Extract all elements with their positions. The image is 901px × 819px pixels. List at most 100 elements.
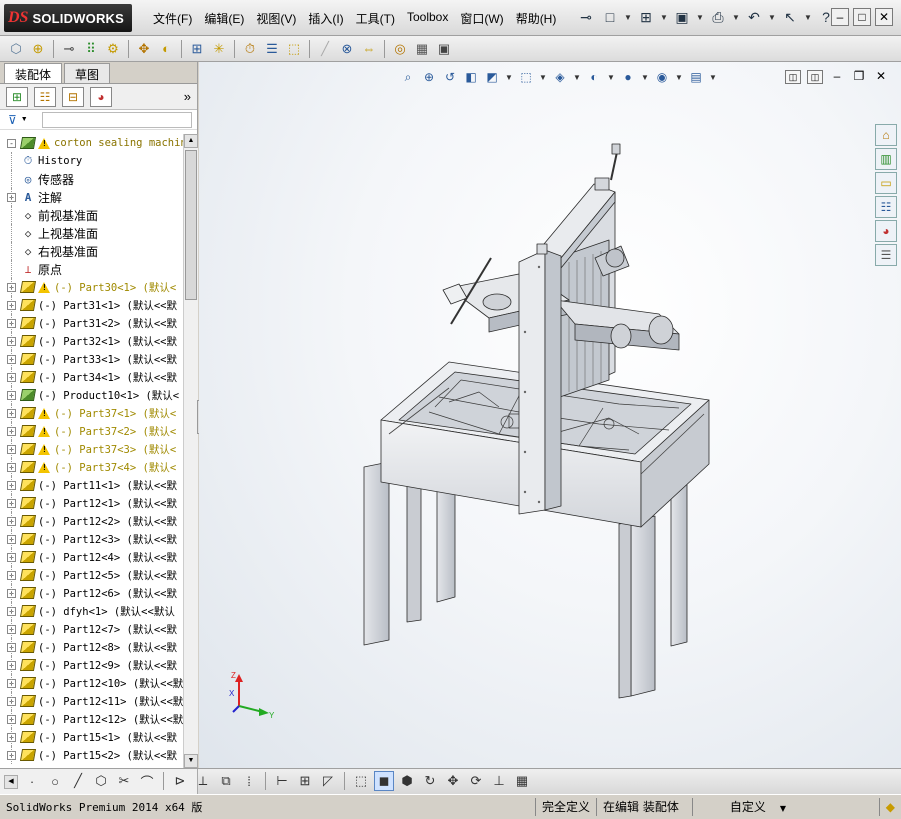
section-icon[interactable]: ◸	[318, 771, 338, 791]
move-entity-icon[interactable]: ✥	[443, 771, 463, 791]
tree-item[interactable]: - corton sealing machine	[0, 134, 183, 152]
mate-icon[interactable]: ⊸	[59, 39, 79, 59]
show-hidden-icon[interactable]: ◐	[156, 39, 176, 59]
tree-item[interactable]: + (-) Part31<1> (默认<<默	[0, 296, 183, 314]
interference-detection-icon[interactable]: ⊗	[337, 39, 357, 59]
scroll-left-arrow-icon[interactable]: ◀	[4, 775, 18, 789]
graphics-area[interactable]: ⌕ ⊕ ↺ ◧ ◩ ▼ ⬚ ▼ ◈ ▼ ◐ ▼ ● ▼ ◉ ▼ ▤ ▼ ◫ ◫ – ❐ ✕ ⌂ ▥ ▭ ☷ ◕ ☰	[199, 62, 901, 768]
tree-item[interactable]: + (-) Part12<10> (默认<<默	[0, 674, 183, 692]
featuremanager-icon[interactable]: ⊞	[6, 86, 28, 107]
move-component-icon[interactable]: ✥	[134, 39, 154, 59]
tree-item[interactable]: +(-) Part37<2> (默认<	[0, 422, 183, 440]
tree-item[interactable]: + (-) Part33<1> (默认<<默	[0, 350, 183, 368]
rotate-entity-icon[interactable]: ⟳	[466, 771, 486, 791]
print-icon[interactable]: ⎙	[707, 6, 729, 28]
tab-0[interactable]: 装配体	[4, 63, 63, 83]
chevron-down-icon[interactable]: ▼	[659, 13, 669, 22]
exploded-view-icon[interactable]: ⬚	[284, 39, 304, 59]
trim-icon[interactable]: ✂	[114, 771, 134, 791]
chevron-down-icon[interactable]: ▼	[803, 13, 813, 22]
tree-item[interactable]: + A 注解	[0, 188, 183, 206]
sketch-relations-icon[interactable]: ⊥	[489, 771, 509, 791]
new-document-icon[interactable]: □	[599, 6, 621, 28]
tree-item[interactable]: ◎ 传感器	[0, 170, 183, 188]
chevron-down-icon[interactable]: ▼	[623, 13, 633, 22]
tree-item[interactable]: + (-) Product10<1> (默认<	[0, 386, 183, 404]
tree-item[interactable]: + (-) Part12<11> (默认<<默	[0, 692, 183, 710]
insert-components-icon[interactable]: ⊕	[28, 39, 48, 59]
displaymanager-icon[interactable]: ◕	[90, 86, 112, 107]
tree-item[interactable]: +(-) Part37<3> (默认<	[0, 440, 183, 458]
tree-item[interactable]: + (-) Part32<1> (默认<<默	[0, 332, 183, 350]
filter-input[interactable]	[41, 111, 192, 128]
menu-item-4[interactable]: 工具(T)	[350, 8, 401, 29]
tree-item[interactable]: ◇ 前视基准面	[0, 206, 183, 224]
shaded-icon[interactable]: ◼	[374, 771, 394, 791]
grid-icon[interactable]: ⊞	[295, 771, 315, 791]
unit-system-selector[interactable]: 自定义 ▼	[692, 798, 792, 816]
tree-item[interactable]: + (-) Part34<1> (默认<<默	[0, 368, 183, 386]
menu-item-1[interactable]: 编辑(E)	[198, 8, 250, 29]
rebuild-icon[interactable]: ↻	[420, 771, 440, 791]
convert-entities-icon[interactable]: ⊳	[170, 771, 190, 791]
wireframe-icon[interactable]: ⬚	[351, 771, 371, 791]
tree-item[interactable]: ⏱ History	[0, 152, 183, 170]
tree-item[interactable]: + (-) Part12<4> (默认<<默	[0, 548, 183, 566]
shaded-with-edges-icon[interactable]: ⬢	[397, 771, 417, 791]
arc-icon[interactable]: ⌒	[137, 771, 157, 791]
filter-dropdown-icon[interactable]: ▼	[21, 116, 28, 123]
close-button[interactable]: ✕	[875, 8, 893, 26]
bill-of-materials-icon[interactable]: ☰	[262, 39, 282, 59]
propertymanager-icon[interactable]: ☷	[34, 86, 56, 107]
scroll-up-arrow-icon[interactable]: ▲	[184, 134, 198, 148]
smart-fasteners-icon[interactable]: ⚙	[103, 39, 123, 59]
linear-pattern-icon[interactable]: ⁞	[239, 771, 259, 791]
tree-item[interactable]: ⊥ 原点	[0, 260, 183, 278]
filter-icon[interactable]: ⊽	[8, 113, 17, 127]
menu-item-0[interactable]: 文件(F)	[147, 8, 198, 29]
tree-item[interactable]: + (-) Part12<12> (默认<<默	[0, 710, 183, 728]
carton-sealing-machine-model[interactable]	[199, 62, 901, 768]
mass-properties-icon[interactable]: ▣	[434, 39, 454, 59]
hole-alignment-icon[interactable]: ◎	[390, 39, 410, 59]
tab-1[interactable]: 草图	[64, 63, 111, 83]
edit-component-icon[interactable]: ⬡	[6, 39, 26, 59]
tree-item[interactable]: + (-) Part12<9> (默认<<默	[0, 656, 183, 674]
tree-item[interactable]: ◇ 上视基准面	[0, 224, 183, 242]
circle-icon[interactable]: ○	[45, 771, 65, 791]
menu-item-7[interactable]: 帮助(H)	[510, 8, 563, 29]
component-pattern-icon[interactable]: ⠿	[81, 39, 101, 59]
mirror-icon[interactable]: ⟂	[193, 771, 213, 791]
tree-scrollbar[interactable]: ▲ ▼	[183, 134, 198, 768]
chevron-down-icon[interactable]: ▼	[731, 13, 741, 22]
tree-item[interactable]: +(-) Part37<1> (默认<	[0, 404, 183, 422]
menu-item-3[interactable]: 插入(I)	[302, 8, 349, 29]
menu-item-6[interactable]: 窗口(W)	[454, 8, 509, 29]
line-icon[interactable]: ╱	[68, 771, 88, 791]
reference-geometry-icon[interactable]: ✳	[209, 39, 229, 59]
explode-line-sketch-icon[interactable]: ╱	[315, 39, 335, 59]
new-motion-study-icon[interactable]: ⏱	[240, 39, 260, 59]
expand-panel-icon[interactable]: »	[184, 89, 191, 104]
table-icon[interactable]: ▦	[512, 771, 532, 791]
tree-item[interactable]: + (-) Part12<6> (默认<<默	[0, 584, 183, 602]
tree-item[interactable]: + (-) Part12<8> (默认<<默	[0, 638, 183, 656]
scroll-thumb[interactable]	[185, 150, 197, 300]
restore-button[interactable]: □	[853, 8, 871, 26]
tree-item[interactable]: ◇ 右视基准面	[0, 242, 183, 260]
offset-icon[interactable]: ⧉	[216, 771, 236, 791]
point-icon[interactable]: ·	[22, 771, 42, 791]
tree-item[interactable]: + (-) Part12<3> (默认<<默	[0, 530, 183, 548]
tree-item[interactable]: + (-) Part12<2> (默认<<默	[0, 512, 183, 530]
tree-item[interactable]: + (-) Part31<2> (默认<<默	[0, 314, 183, 332]
open-folder-icon[interactable]: ⊞	[635, 6, 657, 28]
assembly-features-icon[interactable]: ⊞	[187, 39, 207, 59]
menu-item-5[interactable]: Toolbox	[401, 8, 454, 29]
tree-item[interactable]: + (-) Part15<2> (默认<<默	[0, 746, 183, 764]
pushpin-icon[interactable]: ⊸	[575, 6, 597, 28]
undo-icon[interactable]: ↶	[743, 6, 765, 28]
menu-item-2[interactable]: 视图(V)	[250, 8, 302, 29]
tree-item[interactable]: + (-) Part12<7> (默认<<默	[0, 620, 183, 638]
tree-item[interactable]: + (-) Part15<1> (默认<<默	[0, 728, 183, 746]
select-icon[interactable]: ↖	[779, 6, 801, 28]
